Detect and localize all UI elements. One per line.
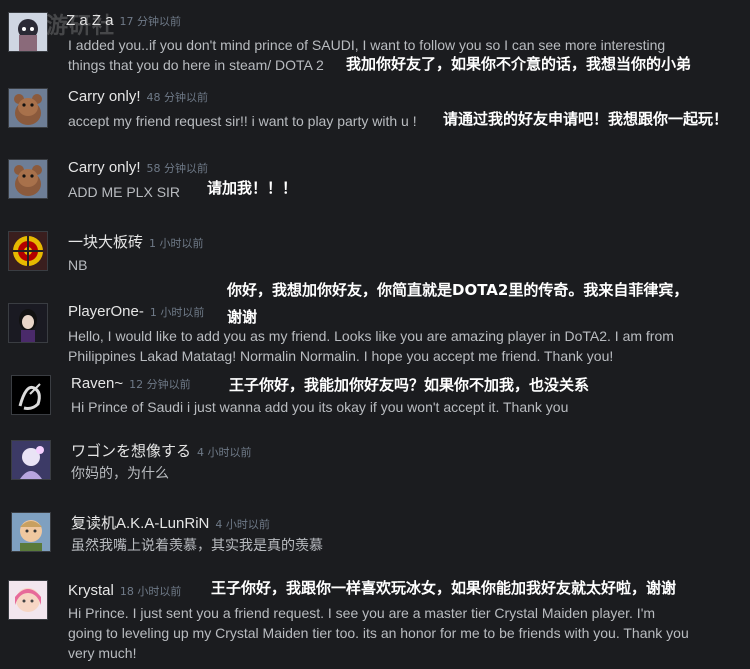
avatar[interactable] <box>8 88 48 128</box>
translation-annotation: 请加我！！！ <box>207 179 298 197</box>
comment-line: I added you..if you don't mind prince of… <box>68 37 666 53</box>
comment-line: things that you do here in steam/ DOTA 2 <box>68 57 324 73</box>
comment-line: Hello, I would like to add you as my fri… <box>68 328 674 344</box>
comment-timestamp: 58 分钟以前 <box>146 162 209 175</box>
translation-annotation: 我加你好友了，如果你不介意的话，我想当你的小弟 <box>346 55 692 73</box>
watermark-logo: 游研社 <box>46 14 116 39</box>
translation-annotation: 王子你好，我能加你好友吗？如果你不加我，也没关系 <box>229 376 590 394</box>
translation-annotation: 你好，我想加你好友，你简直就是DOTA2里的传奇。我来自菲律宾， <box>227 281 689 299</box>
comment-line: very much! <box>68 645 137 661</box>
comment-timestamp: 12 分钟以前 <box>129 378 191 391</box>
author-name[interactable]: PlayerOne- <box>68 303 144 320</box>
comment-author[interactable]: Krystal 18 小时以前 <box>68 582 181 599</box>
comment-author[interactable]: Carry only! 48 分钟以前 <box>68 88 208 105</box>
author-name[interactable]: Carry only! <box>68 88 141 105</box>
comment-author[interactable]: PlayerOne- 1 小时以前 <box>68 303 204 320</box>
comment-author[interactable]: Carry only! 58 分钟以前 <box>68 159 208 176</box>
comment-timestamp: 1 小时以前 <box>149 306 205 319</box>
comment-text: Hi Prince. I just sent you a friend requ… <box>68 603 748 663</box>
avatar[interactable] <box>8 231 48 271</box>
author-name[interactable]: Carry only! <box>68 159 141 176</box>
comment-text: NB <box>68 257 88 273</box>
comment-text: 你妈的，为什么 <box>71 465 169 481</box>
comment-text: 虽然我嘴上说着羡慕，其实我是真的羡慕 <box>71 537 323 553</box>
avatar[interactable] <box>11 440 51 480</box>
comment-text: ADD ME PLX SIR <box>68 184 181 200</box>
comment-timestamp: 18 小时以前 <box>119 585 182 598</box>
author-name[interactable]: 复读机A.K.A-LunRiN <box>71 515 209 532</box>
comment-author[interactable]: ワゴンを想像する 4 小时以前 <box>71 440 252 461</box>
comment-author[interactable]: 一块大板砖 1 小时以前 <box>68 231 204 252</box>
avatar[interactable] <box>11 375 51 415</box>
avatar[interactable] <box>8 159 48 199</box>
avatar[interactable] <box>8 580 48 620</box>
author-name[interactable]: Krystal <box>68 582 114 599</box>
translation-annotation: 请通过我的好友申请吧！我想跟你一起玩！ <box>443 110 729 128</box>
author-name[interactable]: ワゴンを想像する <box>71 443 191 460</box>
comment-timestamp: 17 分钟以前 <box>119 15 182 28</box>
comment-text: Hi Prince of Saudi i just wanna add you … <box>71 399 569 415</box>
author-name[interactable]: Raven~ <box>71 375 123 392</box>
translation-annotation: 王子你好，我跟你一样喜欢玩冰女，如果你能加我好友就太好啦，谢谢 <box>211 579 677 597</box>
comment-line: going to leveling up my Crystal Maiden t… <box>68 625 689 641</box>
comment-line: Philippines Lakad Matatag! Normalin Norm… <box>68 348 614 364</box>
comment-timestamp: 48 分钟以前 <box>146 91 209 104</box>
comment-author[interactable]: 复读机A.K.A-LunRiN 4 小时以前 <box>71 512 270 533</box>
comment-line: Hi Prince. I just sent you a friend requ… <box>68 605 656 621</box>
comment-timestamp: 4 小时以前 <box>215 518 270 531</box>
comment-text: Hello, I would like to add you as my fri… <box>68 326 748 366</box>
comment-author[interactable]: Raven~ 12 分钟以前 <box>71 375 191 392</box>
avatar[interactable] <box>8 303 48 343</box>
author-name[interactable]: 一块大板砖 <box>68 234 143 251</box>
comment-timestamp: 4 小时以前 <box>197 446 252 459</box>
comment-text: accept my friend request sir!! i want to… <box>68 113 417 129</box>
translation-annotation: 谢谢 <box>227 308 258 326</box>
comment-timestamp: 1 小时以前 <box>149 237 204 250</box>
avatar[interactable] <box>8 12 48 52</box>
avatar[interactable] <box>11 512 51 552</box>
